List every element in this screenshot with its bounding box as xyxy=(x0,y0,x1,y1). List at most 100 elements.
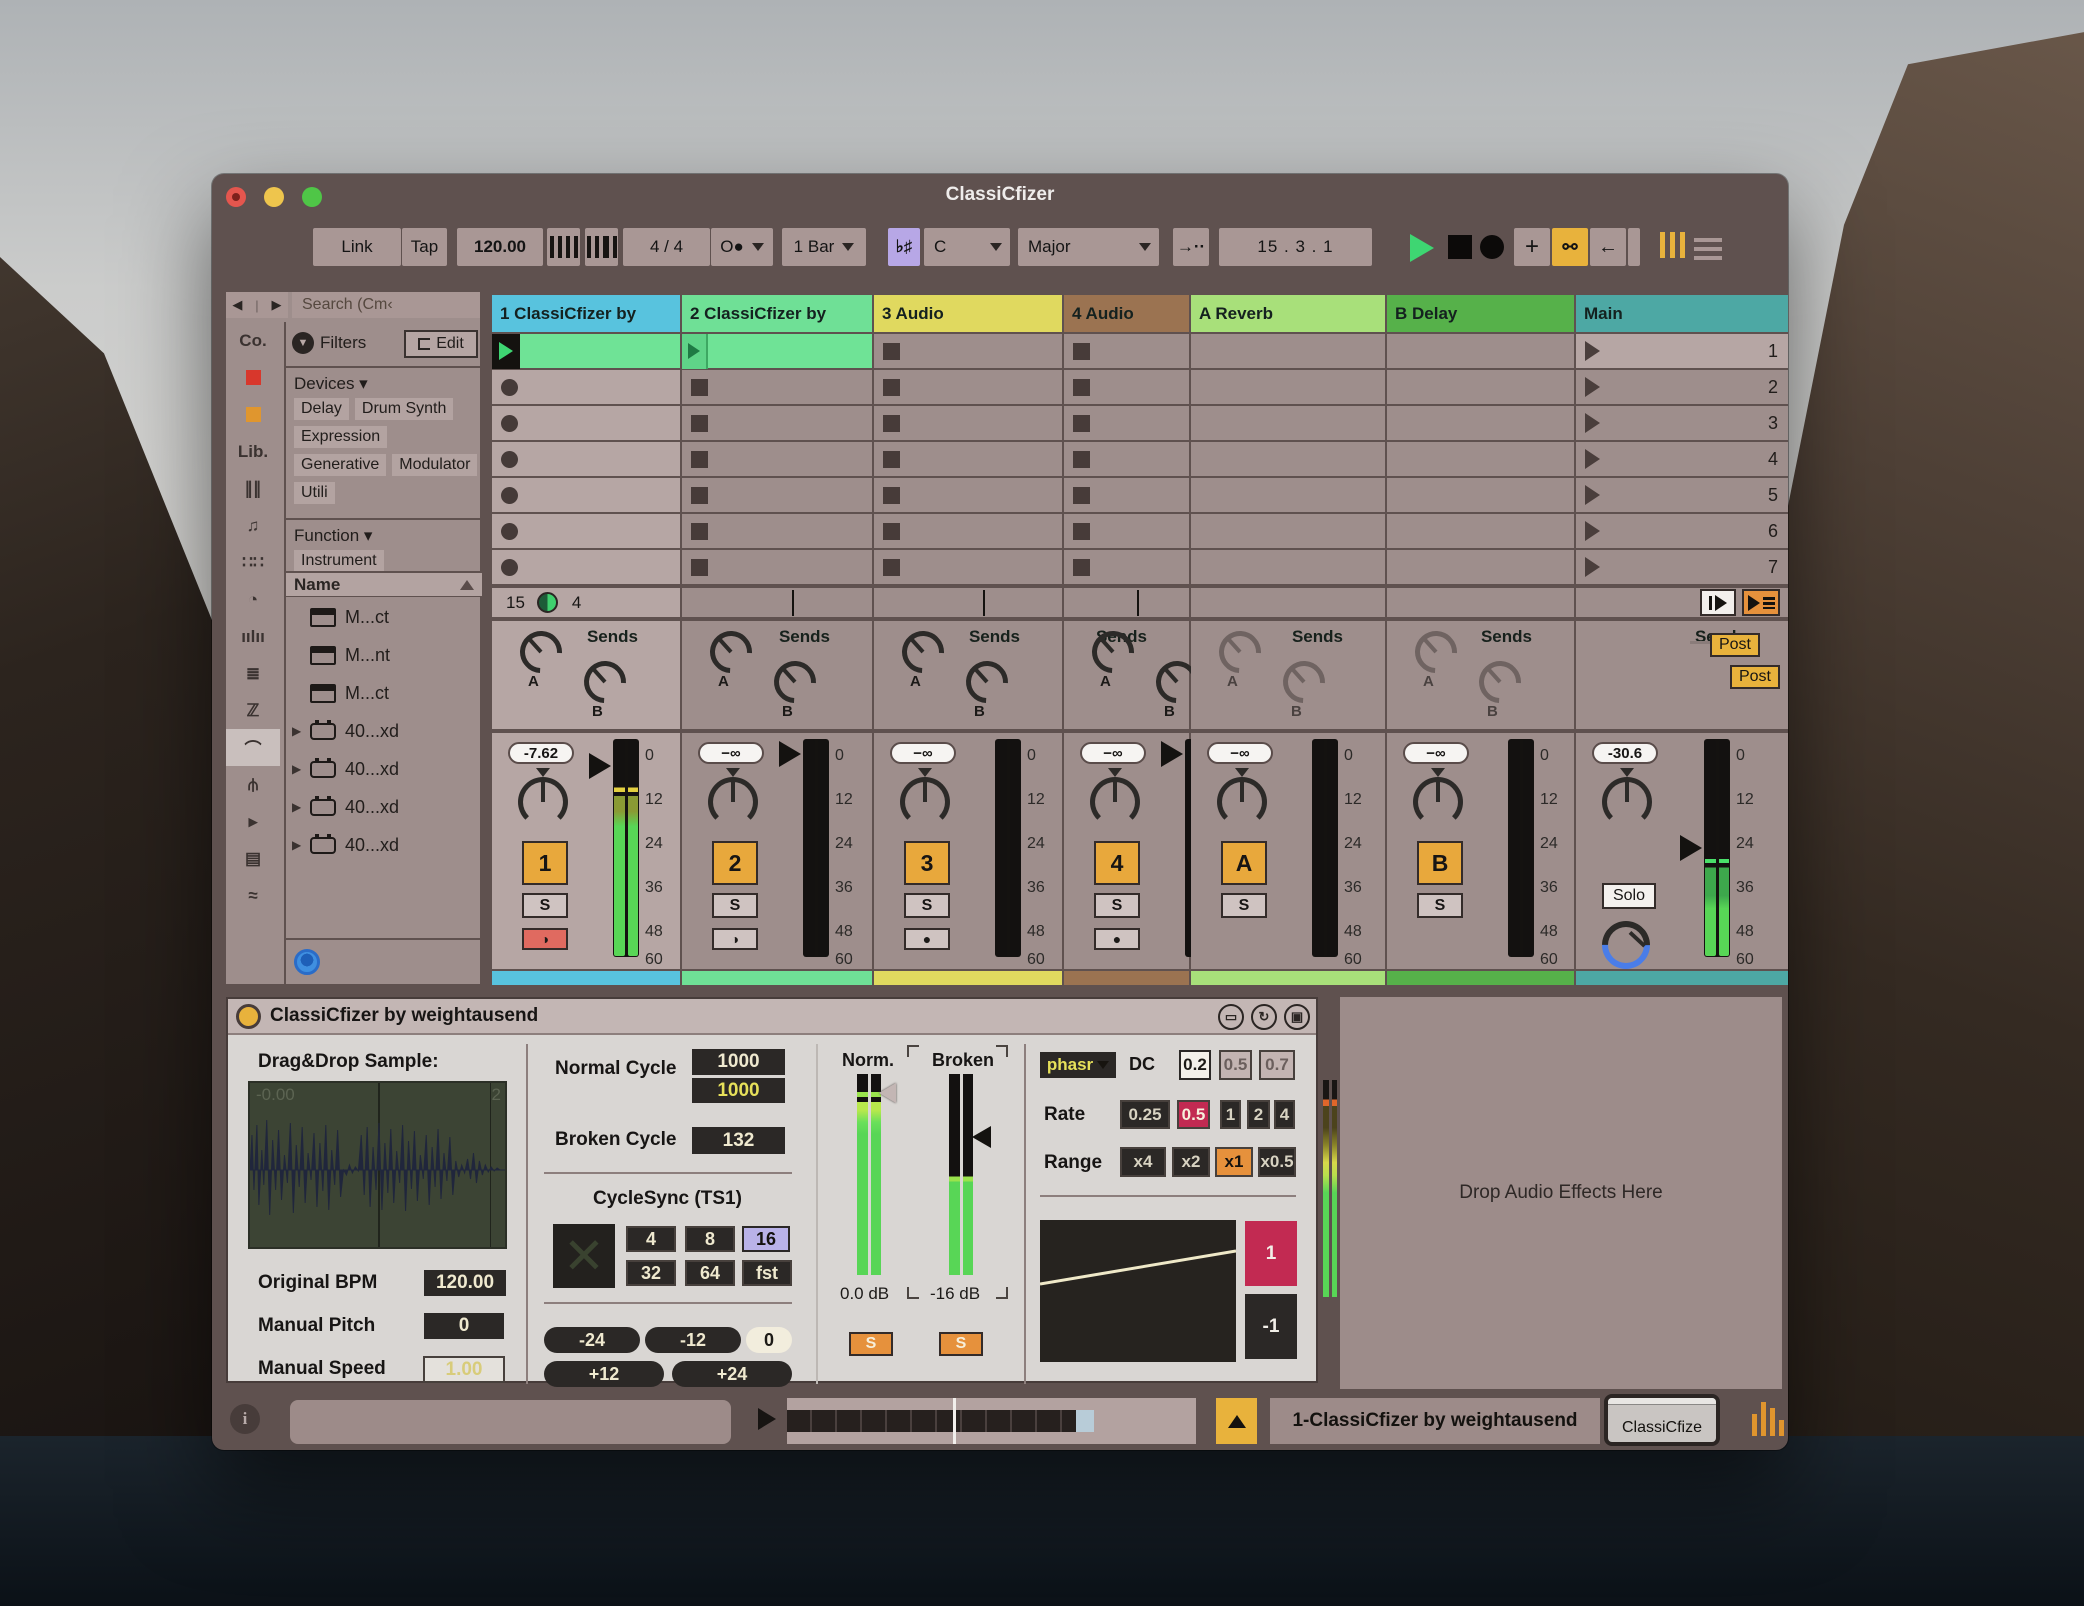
back-to-arrangement-button[interactable] xyxy=(1700,589,1736,616)
arm-button[interactable]: ◑ xyxy=(712,928,758,950)
volume-value[interactable]: −∞ xyxy=(890,742,956,764)
scene-play-icon[interactable] xyxy=(1585,449,1600,469)
broken-solo-button[interactable]: S xyxy=(939,1332,983,1356)
empty-slot-record-icon[interactable] xyxy=(501,379,518,396)
track-header[interactable]: B Delay xyxy=(1387,295,1576,332)
pitchbtns--12[interactable]: -12 xyxy=(645,1327,741,1353)
send-b-knob[interactable] xyxy=(1470,652,1529,711)
time-signature-field[interactable]: 4 / 4 xyxy=(623,228,710,266)
list-item[interactable]: M...nt xyxy=(286,636,482,674)
clip-slot[interactable] xyxy=(492,514,682,549)
dcbtns-0.2[interactable]: 0.2 xyxy=(1179,1050,1211,1080)
reload-icon[interactable]: ↻ xyxy=(1251,1004,1277,1030)
solo-button[interactable]: S xyxy=(1221,893,1267,918)
midi-note-icon[interactable]: ♫ xyxy=(226,507,280,544)
library-label[interactable]: Lib. xyxy=(226,433,280,470)
volume-fader-handle[interactable] xyxy=(589,753,611,779)
show-device-chain-button[interactable] xyxy=(1216,1398,1257,1444)
ratebtns-2[interactable]: 2 xyxy=(1247,1100,1270,1129)
pan-knob[interactable] xyxy=(708,777,758,827)
volume-value[interactable]: -30.6 xyxy=(1592,742,1658,764)
normal-cycle-field[interactable]: 1000 xyxy=(692,1049,785,1075)
syncbtns-32[interactable]: 32 xyxy=(626,1260,676,1286)
pan-knob[interactable] xyxy=(900,777,950,827)
clip-stop-icon[interactable] xyxy=(1073,451,1090,468)
volume-fader-handle[interactable] xyxy=(779,741,801,767)
send-b-knob[interactable] xyxy=(575,652,634,711)
send-a-knob[interactable] xyxy=(893,622,952,681)
solo-button[interactable]: S xyxy=(1417,893,1463,918)
search-input[interactable]: Search (Cm‹ xyxy=(292,292,480,318)
send-b-knob[interactable] xyxy=(957,652,1016,711)
filter-tag[interactable]: Expression xyxy=(294,426,387,448)
arrangement-position[interactable]: 15 . 3 . 1 xyxy=(1219,228,1372,266)
clip-stop-icon[interactable] xyxy=(1073,523,1090,540)
syncbtns-16[interactable]: 16 xyxy=(742,1226,790,1252)
clip-slot[interactable] xyxy=(1064,478,1191,513)
clip-stop-icon[interactable] xyxy=(691,451,708,468)
clip-slot[interactable] xyxy=(682,514,874,549)
original-bpm-field[interactable]: 120.00 xyxy=(424,1270,506,1296)
filters-collapse-icon[interactable]: ▼ xyxy=(292,332,314,354)
empty-slot-record-icon[interactable] xyxy=(501,559,518,576)
clip-slot[interactable] xyxy=(1064,442,1191,477)
clip-slot[interactable]: 3 xyxy=(1576,406,1788,441)
clip-slot[interactable] xyxy=(492,370,682,405)
pan-knob[interactable] xyxy=(1090,777,1140,827)
automation-arm-button[interactable]: ⚯ xyxy=(1552,228,1588,266)
record-button[interactable] xyxy=(1480,235,1504,259)
clip-slot[interactable] xyxy=(1191,334,1387,369)
filter-tag[interactable]: Drum Synth xyxy=(355,398,453,420)
solo-button[interactable]: Solo xyxy=(1602,883,1656,909)
scene-play-icon[interactable] xyxy=(1585,413,1600,433)
modulators-icon[interactable]: ℤ xyxy=(226,692,280,729)
track-header[interactable]: 3 Audio xyxy=(874,295,1064,332)
pan-knob[interactable] xyxy=(1602,777,1652,827)
device-activator[interactable] xyxy=(236,1004,261,1029)
track-activator[interactable]: 3 xyxy=(904,841,950,885)
norm-fader-handle[interactable] xyxy=(879,1083,896,1103)
clip-slot[interactable]: 2 xyxy=(1576,370,1788,405)
clip-slot[interactable] xyxy=(492,550,682,585)
track-activator[interactable]: A xyxy=(1221,841,1267,885)
clip-slot[interactable] xyxy=(1064,406,1191,441)
nudge-up-button[interactable] xyxy=(585,228,618,266)
clip-stop-icon[interactable] xyxy=(691,379,708,396)
solo-button[interactable]: S xyxy=(522,893,568,918)
filter-tag[interactable]: Modulator xyxy=(392,454,477,476)
arm-button[interactable]: ● xyxy=(904,928,950,950)
solo-button[interactable]: S xyxy=(712,893,758,918)
pitchbtns-+12[interactable]: +12 xyxy=(544,1361,664,1387)
pan-knob[interactable] xyxy=(1413,777,1463,827)
clip-stop-icon[interactable] xyxy=(691,559,708,576)
clip-slot[interactable] xyxy=(1064,334,1191,369)
capture-midi-button[interactable] xyxy=(1628,228,1640,266)
send-a-knob[interactable] xyxy=(1210,622,1269,681)
volume-value[interactable]: −∞ xyxy=(698,742,764,764)
rangebtns-x1[interactable]: x1 xyxy=(1215,1147,1253,1177)
track-header[interactable]: 1 ClassiCfizer by xyxy=(492,295,682,332)
clip-stop-icon[interactable] xyxy=(691,523,708,540)
map-mode-icon[interactable]: ▭ xyxy=(1218,1004,1244,1030)
clip-slot[interactable] xyxy=(682,370,874,405)
clip-slot[interactable] xyxy=(874,406,1064,441)
pan-knob[interactable] xyxy=(518,777,568,827)
pitchbtns-+24[interactable]: +24 xyxy=(672,1361,792,1387)
root-note-menu[interactable]: C xyxy=(924,228,1010,266)
track-header[interactable]: 4 Audio xyxy=(1064,295,1191,332)
clip-slot[interactable] xyxy=(1191,370,1387,405)
cyclesync-toggle[interactable]: ✕ xyxy=(553,1224,615,1288)
rangebtns-x0.5[interactable]: x0.5 xyxy=(1258,1147,1296,1177)
tap-button[interactable]: Tap xyxy=(402,228,447,266)
stop-button[interactable] xyxy=(1448,235,1472,259)
clip-slot[interactable] xyxy=(492,334,682,369)
normal-cycle-field-2[interactable]: 1000 xyxy=(692,1078,785,1103)
save-icon[interactable]: ▣ xyxy=(1284,1004,1310,1030)
expand-icon[interactable]: ▶ xyxy=(292,724,310,738)
back-icon[interactable]: ◀ xyxy=(232,297,242,313)
clip-slot[interactable] xyxy=(1387,370,1576,405)
solo-button[interactable]: S xyxy=(1094,893,1140,918)
clip-play-icon[interactable] xyxy=(758,1408,776,1430)
drop-audio-effects-zone[interactable]: Drop Audio Effects Here xyxy=(1340,997,1782,1389)
volume-value[interactable]: -7.62 xyxy=(508,742,574,764)
